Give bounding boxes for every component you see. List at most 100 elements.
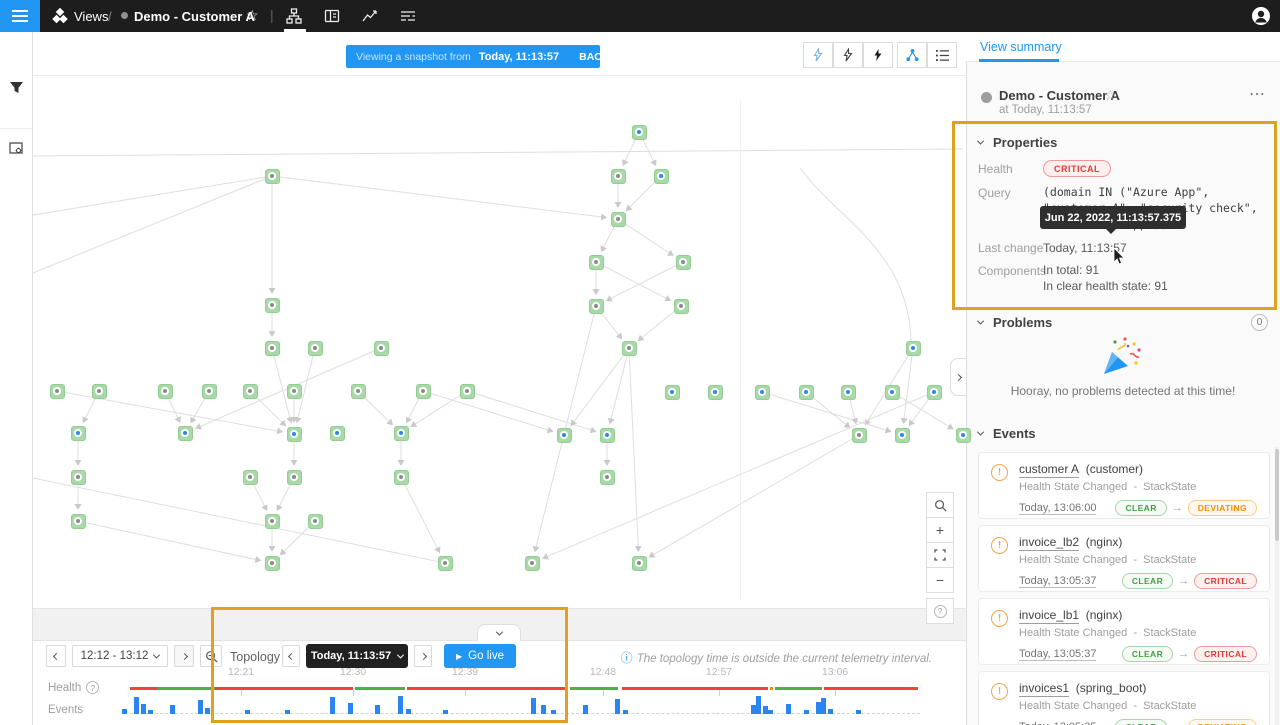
topology-node[interactable] [600, 428, 615, 443]
topology-node[interactable] [92, 384, 107, 399]
topology-node[interactable] [885, 385, 900, 400]
topology-node[interactable] [265, 298, 280, 313]
metrics-view-icon[interactable] [362, 8, 378, 24]
topology-node[interactable] [525, 556, 540, 571]
events-filter-button[interactable] [833, 42, 863, 68]
topology-mode-button[interactable] [897, 42, 927, 68]
topology-node[interactable] [394, 470, 409, 485]
favorite-star-icon[interactable]: ☆ [246, 7, 259, 24]
topology-node[interactable] [460, 384, 475, 399]
topology-node[interactable] [852, 428, 867, 443]
topology-node[interactable] [906, 341, 921, 356]
event-component-link[interactable]: invoice_lb1 [1019, 608, 1079, 624]
topology-view-icon[interactable] [286, 8, 302, 24]
topology-node[interactable] [178, 426, 193, 441]
hamburger-menu-button[interactable] [0, 0, 40, 32]
topology-node[interactable] [755, 385, 770, 400]
topology-node[interactable] [71, 470, 86, 485]
event-card[interactable]: ! invoices1 (spring_boot) Health State C… [978, 671, 1270, 725]
topology-node[interactable] [287, 427, 302, 442]
panel-collapse-tab[interactable] [950, 358, 966, 396]
user-avatar-icon[interactable] [1251, 6, 1271, 26]
zoom-out-button[interactable]: − [926, 567, 954, 593]
topology-node[interactable] [665, 385, 680, 400]
topology-node[interactable] [622, 341, 637, 356]
health-help-icon[interactable]: ? [86, 681, 99, 694]
fit-to-screen-button[interactable] [926, 542, 954, 568]
topology-node[interactable] [895, 428, 910, 443]
topology-node[interactable] [158, 384, 173, 399]
topology-node[interactable] [611, 212, 626, 227]
topology-node[interactable] [202, 384, 217, 399]
timeline-zoom-out-button[interactable] [200, 645, 222, 667]
event-component-link[interactable]: invoices1 [1019, 681, 1069, 697]
topology-node[interactable] [351, 384, 366, 399]
topology-node[interactable] [265, 341, 280, 356]
topology-node[interactable] [927, 385, 942, 400]
topology-node[interactable] [416, 384, 431, 399]
back-to-live-button[interactable]: BACK TO LIVE [579, 51, 653, 63]
topology-time-prev-button[interactable] [282, 645, 300, 667]
go-live-button[interactable]: ▶Go live [444, 644, 516, 668]
topology-node[interactable] [308, 514, 323, 529]
topology-node[interactable] [632, 125, 647, 140]
range-prev-button[interactable] [46, 645, 66, 667]
topology-node[interactable] [708, 385, 723, 400]
time-range-dropdown[interactable]: 12:12 - 13:12 [72, 645, 168, 667]
topology-node[interactable] [589, 299, 604, 314]
view-overflow-menu[interactable]: ⋯ [1249, 84, 1266, 104]
topology-node[interactable] [265, 514, 280, 529]
topology-node[interactable] [799, 385, 814, 400]
topology-node[interactable] [654, 169, 669, 184]
event-component-link[interactable]: customer A [1019, 462, 1079, 478]
topology-node[interactable] [330, 426, 345, 441]
tab-view-summary[interactable]: View summary [980, 40, 1062, 54]
filter-button[interactable] [0, 72, 32, 104]
topology-node[interactable] [600, 470, 615, 485]
topology-node[interactable] [632, 556, 647, 571]
topology-node[interactable] [611, 169, 626, 184]
topology-node[interactable] [841, 385, 856, 400]
timeline-collapse-tab[interactable] [477, 624, 521, 641]
event-time-link[interactable]: Today, 13:05:37 [1019, 575, 1096, 588]
range-next-button[interactable] [174, 645, 194, 667]
topology-node[interactable] [243, 384, 258, 399]
topology-node[interactable] [308, 341, 323, 356]
zoom-in-button[interactable]: + [926, 517, 954, 543]
topology-node[interactable] [557, 428, 572, 443]
topology-node[interactable] [956, 428, 971, 443]
properties-section-header[interactable]: Properties [978, 135, 1057, 150]
events-stream-icon[interactable] [400, 8, 416, 24]
topology-node[interactable] [50, 384, 65, 399]
component-view-icon[interactable] [324, 8, 340, 24]
zoom-search-button[interactable] [926, 492, 954, 518]
topology-node[interactable] [265, 169, 280, 184]
topology-node[interactable] [674, 299, 689, 314]
alerts-button[interactable] [863, 42, 893, 68]
topology-node[interactable] [438, 556, 453, 571]
canvas-help-button[interactable]: ? [926, 598, 954, 624]
view-settings-button[interactable] [0, 132, 32, 164]
events-scrollbar[interactable] [1275, 447, 1279, 725]
topology-node[interactable] [287, 384, 302, 399]
event-card[interactable]: ! invoice_lb1 (nginx) Health State Chang… [978, 598, 1270, 665]
event-time-link[interactable]: Today, 13:05:37 [1019, 648, 1096, 661]
topology-node[interactable] [265, 556, 280, 571]
breadcrumb-views[interactable]: Views [74, 9, 108, 24]
list-mode-button[interactable] [927, 42, 957, 68]
event-card[interactable]: ! invoice_lb2 (nginx) Health State Chang… [978, 525, 1270, 592]
topology-time-dropdown[interactable]: Today, 11:13:57 [306, 644, 408, 668]
scrollbar-thumb[interactable] [1275, 449, 1279, 541]
topology-node[interactable] [243, 470, 258, 485]
view-star-icon[interactable]: ☆ [1104, 87, 1117, 104]
topology-node[interactable] [374, 341, 389, 356]
event-time-link[interactable]: Today, 13:06:00 [1019, 502, 1096, 515]
events-section-header[interactable]: Events [978, 426, 1036, 441]
topology-node[interactable] [394, 426, 409, 441]
topology-node[interactable] [589, 255, 604, 270]
event-card[interactable]: ! customer A (customer) Health State Cha… [978, 452, 1270, 519]
topology-node[interactable] [676, 255, 691, 270]
topology-time-next-button[interactable] [414, 645, 432, 667]
problems-filter-button[interactable] [803, 42, 833, 68]
problems-section-header[interactable]: Problems [978, 315, 1052, 330]
